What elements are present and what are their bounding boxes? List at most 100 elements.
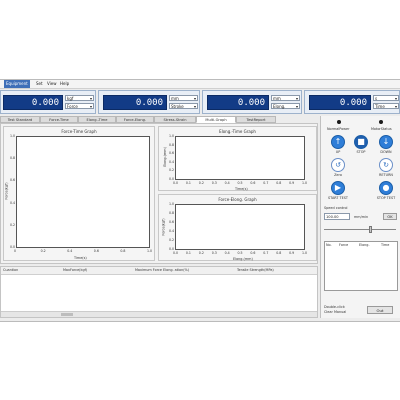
stop-button[interactable]: ■	[354, 135, 368, 149]
tab-force-elong[interactable]: Force-Elong.	[116, 116, 154, 123]
force-elong-xlabel: Elong.(mm)	[233, 257, 253, 261]
normal-power-led-icon	[337, 120, 341, 124]
force-elong-ytick: 1.0	[169, 202, 175, 206]
tab-multi-graph[interactable]: Multi-Graph	[196, 116, 236, 123]
down-button[interactable]: ↓	[379, 135, 393, 149]
up-button[interactable]: ↑	[331, 135, 345, 149]
force-elong-ytick: 0.8	[169, 211, 175, 215]
elong-time-ytick: 1.0	[169, 134, 175, 138]
elong-time-xtick: 0.7	[263, 181, 269, 185]
force-elong-ytick: 0.2	[169, 238, 175, 242]
readout-displays: 0.000 kgf Force 0.000 mm Stroke 0.000 mm…	[0, 90, 400, 114]
list-col-elong[interactable]: Elong.	[359, 242, 370, 248]
clear-manual-hint: Clear Manual	[324, 310, 347, 314]
elong-mode-select[interactable]: Elong.	[271, 103, 300, 109]
speed-input[interactable]: 100.00	[324, 213, 350, 220]
multi-graph-area: Force-Time Graph Force(kgf) Time(s) 1.0 0…	[0, 123, 318, 264]
force-time-ytick: 1.0	[10, 134, 16, 138]
force-time-xtick: 0.4	[67, 249, 73, 253]
force-elong-xtick: 0.8	[276, 251, 282, 255]
stroke-mode-select[interactable]: Stroke	[169, 103, 198, 109]
force-unit-select[interactable]: kgf	[65, 95, 94, 101]
speed-unit-label: mm/min	[354, 215, 369, 219]
time-unit-select[interactable]: s	[373, 95, 399, 101]
force-elong-xtick: 0.2	[198, 251, 204, 255]
results-col-cuantion[interactable]: Cuantion	[3, 267, 18, 274]
menu-set[interactable]: Set	[36, 80, 43, 88]
results-scroll-thumb[interactable]	[61, 313, 73, 316]
elong-time-xtick: 0.4	[224, 181, 230, 185]
list-col-force[interactable]: Force	[339, 242, 348, 248]
speed-ok-button[interactable]: OK	[383, 213, 397, 220]
force-elong-ytick: 0.6	[169, 220, 175, 224]
menu-bar: Equipment Set View Help	[0, 80, 400, 89]
elong-unit-select[interactable]: mm	[271, 95, 300, 101]
control-panel: NormalPower MotorStatus ↑ UP ■ STOP ↓ DO…	[320, 116, 400, 318]
elong-time-plot[interactable]	[175, 136, 305, 180]
elong-time-xtick: 0.3	[211, 181, 217, 185]
elong-time-ytick: 0.2	[169, 168, 175, 173]
test-record-list: No. Force Elong. Time	[324, 241, 398, 291]
double-click-hint: Double-click	[324, 305, 345, 309]
force-elong-ylabel: Force(kgf)	[161, 218, 166, 236]
results-col-tensile-strength[interactable]: Tensile Strength(MPa)	[237, 267, 274, 274]
force-elong-xtick: 0.6	[250, 251, 256, 255]
force-value: 0.000	[3, 95, 63, 110]
return-label: RETURN	[379, 173, 393, 177]
speed-slider-thumb[interactable]	[369, 226, 372, 233]
force-elong-plot[interactable]	[175, 204, 305, 250]
stroke-unit-select[interactable]: mm	[169, 95, 198, 101]
force-time-ytick: 0.4	[10, 200, 16, 205]
elong-time-xtick: 1.0	[302, 181, 308, 185]
force-elong-xtick: 1.0	[302, 251, 308, 255]
elong-time-graph-title: Elong.-Time Graph	[219, 129, 256, 134]
tab-test-standard[interactable]: Test Standard	[0, 116, 40, 123]
results-col-max-force-elong[interactable]: Maximum Force Elong. ation(%)	[135, 267, 189, 274]
results-header-row: Cuantion MaxForce(kgf) Maximum Force Elo…	[1, 267, 317, 275]
elong-display: 0.000 mm Elong.	[202, 90, 302, 114]
speed-slider-track[interactable]	[324, 229, 396, 230]
start-test-button[interactable]: ▶	[331, 181, 345, 195]
force-time-xtick: 0.6	[93, 249, 99, 253]
elong-time-xlabel: Time(s)	[235, 187, 248, 191]
force-time-plot[interactable]	[16, 136, 150, 248]
force-time-xtick: 0.2	[40, 249, 46, 253]
list-col-no[interactable]: No.	[326, 242, 332, 248]
force-mode-select[interactable]: Force	[65, 103, 94, 109]
start-test-label: START TEST	[328, 196, 348, 200]
force-time-xtick: 0.8	[120, 249, 126, 253]
down-label: DOWN	[380, 150, 392, 154]
elong-time-xtick: 0.9	[289, 181, 295, 185]
force-time-graph-title: Force-Time Graph	[61, 129, 97, 134]
elong-time-ytick: 0.6	[169, 151, 175, 156]
stroke-display: 0.000 mm Stroke	[98, 90, 200, 114]
return-button[interactable]: ↻	[379, 158, 393, 172]
force-time-ylabel: Force(kgf)	[4, 182, 9, 200]
results-col-maxforce[interactable]: MaxForce(kgf)	[63, 267, 87, 274]
elong-time-xtick: 0.6	[250, 181, 256, 185]
force-elong-ytick: 0.4	[169, 229, 175, 233]
motor-status-led-icon	[379, 120, 383, 124]
menu-help[interactable]: Help	[60, 80, 69, 88]
tab-stress-strain[interactable]: Stress-Strain	[154, 116, 196, 123]
menu-view[interactable]: View	[47, 80, 57, 88]
tab-test-report[interactable]: TestReport	[236, 116, 276, 123]
menu-equipment[interactable]: Equipment	[4, 80, 30, 88]
elong-time-xtick: 0.1	[185, 181, 191, 185]
zero-button[interactable]: ↺	[331, 158, 345, 172]
tab-elong-time[interactable]: Elong.-Time	[78, 116, 116, 123]
list-col-time[interactable]: Time	[381, 242, 389, 248]
time-mode-select[interactable]: Time	[373, 103, 399, 109]
tab-force-time[interactable]: Force-Time	[40, 116, 78, 123]
force-time-graph-panel: Force-Time Graph Force(kgf) Time(s) 1.0 0…	[3, 126, 155, 261]
results-horizontal-scrollbar[interactable]	[1, 311, 317, 317]
results-table: Cuantion MaxForce(kgf) Maximum Force Elo…	[0, 266, 318, 318]
stroke-value: 0.000	[103, 95, 167, 110]
motor-status-label: MotorStatus	[371, 127, 392, 131]
normal-power-label: NormalPower	[327, 127, 350, 131]
stop-test-button[interactable]: ●	[379, 181, 393, 195]
zero-label: Zero	[334, 173, 342, 177]
exit-button[interactable]: Out	[367, 306, 393, 314]
testing-software-window: Equipment Set View Help 0.000 kgf Force …	[0, 79, 400, 322]
force-time-xtick: 0	[14, 249, 17, 253]
